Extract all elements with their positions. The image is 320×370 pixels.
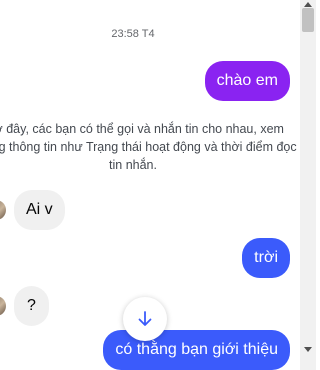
scroll-to-bottom-button[interactable] [123, 297, 167, 341]
scrollbar-thumb[interactable] [302, 8, 314, 32]
message-timestamp: 23:58 T4 [111, 28, 155, 40]
scrollbar-down-arrow-icon[interactable] [304, 347, 312, 352]
connection-notice: Giờ đây, các bạn có thể gọi và nhắn tin … [0, 122, 297, 172]
scrollbar[interactable] [300, 0, 316, 370]
avatar[interactable] [0, 200, 6, 220]
scrollbar-up-arrow-icon[interactable] [304, 2, 312, 7]
chat-thread: 23:58 T4 chào em Giờ đây, các bạn có thể… [0, 0, 300, 370]
arrow-down-icon [138, 311, 152, 326]
avatar[interactable] [0, 296, 6, 316]
outgoing-message[interactable]: chào em [204, 61, 290, 101]
outgoing-message[interactable]: trời [242, 238, 290, 278]
incoming-message[interactable]: Ai v [14, 190, 65, 230]
incoming-message[interactable]: ? [14, 286, 49, 326]
